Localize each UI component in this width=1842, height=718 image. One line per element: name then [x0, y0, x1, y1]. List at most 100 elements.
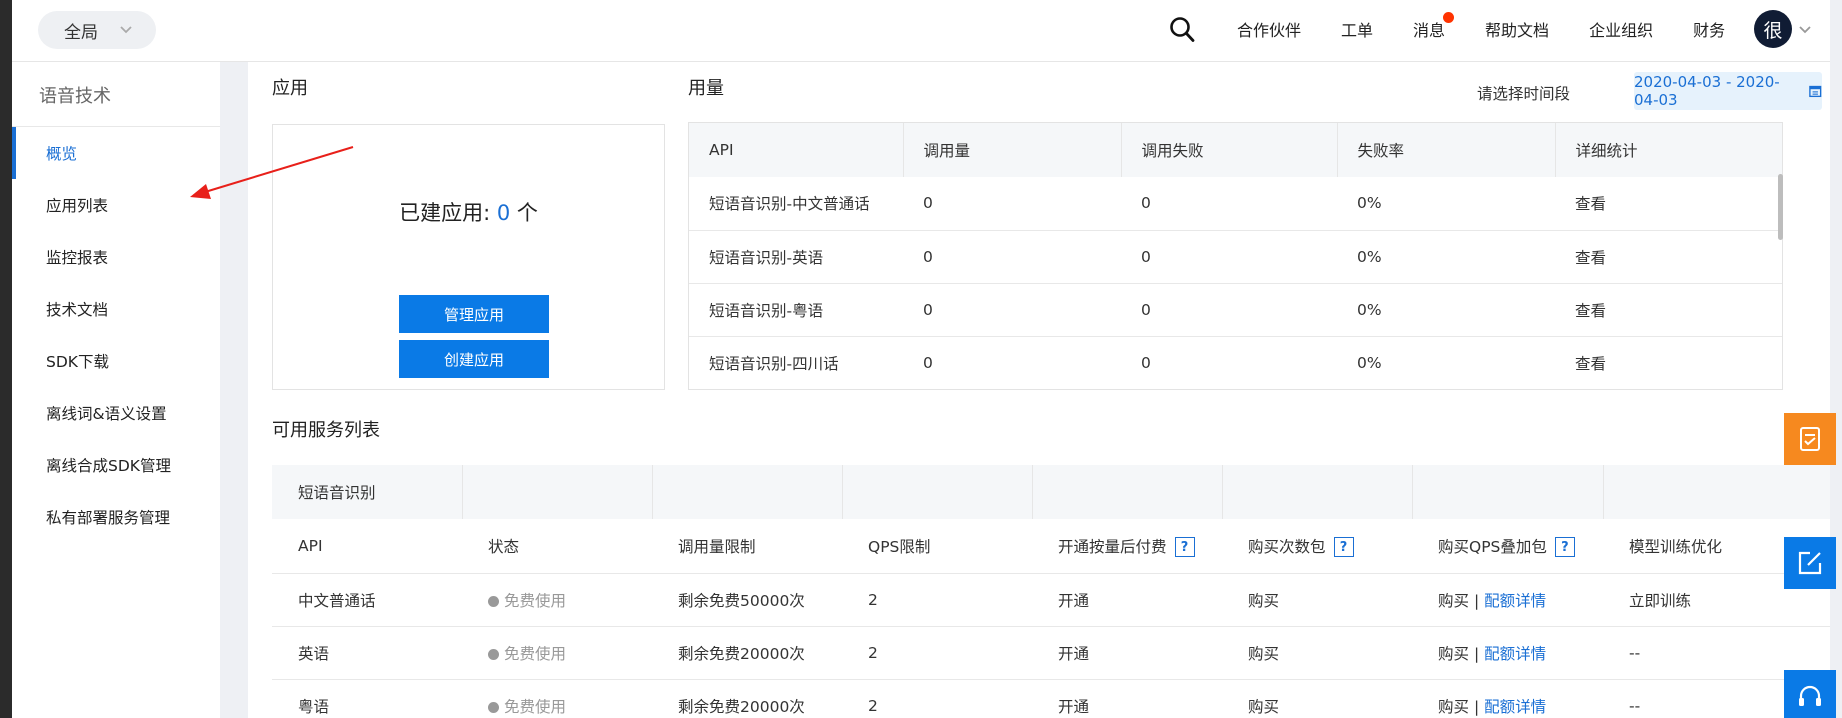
sidebar-item-offline-words[interactable]: 离线词&语义设置 [12, 387, 220, 439]
group-spacer [1032, 465, 1223, 519]
enable-postpay-link[interactable]: 开通 [1032, 573, 1222, 627]
buy-pack-link[interactable]: 购买 [1222, 573, 1412, 627]
avatar[interactable]: 很 [1754, 10, 1792, 48]
support-button[interactable] [1784, 670, 1836, 718]
feedback-button[interactable] [1784, 413, 1836, 465]
svc-header-postpay: 开通按量后付费? [1032, 519, 1222, 574]
calendar-icon [1809, 85, 1822, 98]
help-icon[interactable]: ? [1554, 537, 1575, 557]
nav-partners[interactable]: 合作伙伴 [1237, 17, 1301, 41]
separator: | [1473, 697, 1480, 716]
services-table-container: 短语音识别 API 状态 调用量限制 QPS限制 开通按量后付费? 购买次数包?… [272, 465, 1830, 718]
edit-icon [1798, 551, 1822, 575]
apps-title: 应用 [272, 78, 308, 99]
service-group-row: 短语音识别 [272, 465, 1830, 519]
svc-header-qps: QPS限制 [842, 519, 1032, 574]
sidebar-title: 语音技术 [12, 62, 220, 127]
sidebar-item-sdk-download[interactable]: SDK下载 [12, 335, 220, 387]
sidebar-item-offline-tts-sdk[interactable]: 离线合成SDK管理 [12, 439, 220, 491]
sidebar-item-tech-docs[interactable]: 技术文档 [12, 283, 220, 335]
svc-status: 免费使用 [462, 573, 652, 627]
help-icon[interactable]: ? [1174, 537, 1195, 557]
status-dot-icon [488, 701, 499, 713]
nav-messages-label: 消息 [1413, 21, 1446, 40]
create-app-button[interactable]: 创建应用 [399, 340, 549, 378]
group-spacer [462, 465, 653, 519]
sidebar-item-overview[interactable]: 概览 [12, 127, 220, 179]
svc-qps-actions: 购买 | 配额详情 [1412, 679, 1603, 718]
group-spacer [1222, 465, 1413, 519]
usage-table-container: API 调用量 调用失败 失败率 详细统计 短语音识别-中文普通话 0 0 0%… [688, 122, 1783, 390]
manage-apps-button[interactable]: 管理应用 [399, 295, 549, 333]
app-count-number: 0 [496, 201, 511, 225]
svc-api: 粤语 [272, 679, 462, 718]
usage-scrollbar[interactable] [1778, 174, 1783, 240]
svc-limit: 剩余免费20000次 [652, 679, 842, 718]
nav-tickets[interactable]: 工单 [1341, 17, 1373, 41]
view-detail-link[interactable]: 查看 [1555, 283, 1782, 337]
table-row: 英语 免费使用 剩余免费20000次 2 开通 购买 购买 | 配额详情 -- [272, 626, 1830, 680]
sidebar-item-app-list[interactable]: 应用列表 [12, 179, 220, 231]
table-row: 短语音识别-四川话 0 0 0% 查看 [689, 336, 1782, 389]
usage-calls: 0 [903, 336, 1121, 389]
headset-icon [1799, 685, 1821, 706]
app-count-suffix: 个 [510, 201, 538, 225]
usage-fails: 0 [1121, 177, 1337, 231]
buy-pack-link[interactable]: 购买 [1222, 626, 1412, 680]
top-navbar: 全局 合作伙伴 工单 消息 帮助文档 企业组织 财务 很 [12, 0, 1830, 62]
feedback-icon [1800, 427, 1820, 451]
sidebar-item-monitoring[interactable]: 监控报表 [12, 231, 220, 283]
nav-organization[interactable]: 企业组织 [1589, 17, 1653, 41]
scope-label: 全局 [64, 22, 98, 43]
enable-postpay-link[interactable]: 开通 [1032, 679, 1222, 718]
svc-header-status: 状态 [462, 519, 652, 574]
nav-help-docs[interactable]: 帮助文档 [1485, 17, 1549, 41]
svc-api: 英语 [272, 626, 462, 680]
usage-header-detail: 详细统计 [1555, 123, 1782, 177]
usage-header-api: API [689, 123, 904, 177]
buy-qps-link[interactable]: 购买 [1438, 592, 1469, 610]
svc-limit: 剩余免费50000次 [652, 573, 842, 627]
buy-pack-link[interactable]: 购买 [1222, 679, 1412, 718]
quota-detail-link[interactable]: 配额详情 [1484, 645, 1546, 663]
top-nav: 合作伙伴 工单 消息 帮助文档 企业组织 财务 [1237, 0, 1765, 58]
svc-status: 免费使用 [462, 626, 652, 680]
view-detail-link[interactable]: 查看 [1555, 177, 1782, 231]
date-range-picker[interactable]: 2020-04-03 - 2020-04-03 [1634, 72, 1822, 110]
nav-finance[interactable]: 财务 [1693, 17, 1725, 41]
sidebar-item-private-deploy[interactable]: 私有部署服务管理 [12, 491, 220, 543]
svc-header-pack-label: 购买次数包 [1248, 537, 1326, 556]
help-icon[interactable]: ? [1333, 537, 1354, 557]
svc-qps-actions: 购买 | 配额详情 [1412, 626, 1603, 680]
apps-panel: 已建应用: 0 个 管理应用 创建应用 [272, 124, 665, 390]
usage-fails: 0 [1121, 336, 1337, 389]
view-detail-link[interactable]: 查看 [1555, 336, 1782, 389]
scope-selector[interactable]: 全局 [38, 11, 156, 49]
search-icon[interactable] [1168, 14, 1198, 46]
app-count-prefix: 已建应用: [399, 201, 497, 225]
buy-qps-link[interactable]: 购买 [1438, 645, 1469, 663]
svc-qps-actions: 购买 | 配额详情 [1412, 573, 1603, 627]
usage-table: API 调用量 调用失败 失败率 详细统计 短语音识别-中文普通话 0 0 0%… [689, 123, 1782, 389]
svc-status: 免费使用 [462, 679, 652, 718]
usage-rate: 0% [1337, 177, 1555, 231]
svc-header-qps-pack-label: 购买QPS叠加包 [1438, 537, 1547, 556]
edit-button[interactable] [1784, 537, 1836, 589]
usage-header-row: API 调用量 调用失败 失败率 详细统计 [689, 123, 1782, 177]
chevron-down-icon[interactable] [1798, 22, 1812, 36]
enable-postpay-link[interactable]: 开通 [1032, 626, 1222, 680]
notification-badge [1443, 12, 1455, 23]
quota-detail-link[interactable]: 配额详情 [1484, 698, 1546, 716]
sidebar: 语音技术 概览 应用列表 监控报表 技术文档 SDK下载 离线词&语义设置 离线… [12, 62, 220, 718]
services-header-row: API 状态 调用量限制 QPS限制 开通按量后付费? 购买次数包? 购买QPS… [272, 519, 1830, 574]
nav-messages[interactable]: 消息 [1413, 12, 1455, 41]
svc-qps: 2 [842, 679, 1032, 718]
quota-detail-link[interactable]: 配额详情 [1484, 592, 1546, 610]
view-detail-link[interactable]: 查看 [1555, 230, 1782, 284]
table-row: 粤语 免费使用 剩余免费20000次 2 开通 购买 购买 | 配额详情 -- [272, 679, 1830, 718]
svc-status-text: 免费使用 [504, 644, 567, 663]
usage-header-calls: 调用量 [903, 123, 1122, 177]
services-table: 短语音识别 API 状态 调用量限制 QPS限制 开通按量后付费? 购买次数包?… [272, 465, 1830, 718]
buy-qps-link[interactable]: 购买 [1438, 698, 1469, 716]
usage-fails: 0 [1121, 230, 1337, 284]
